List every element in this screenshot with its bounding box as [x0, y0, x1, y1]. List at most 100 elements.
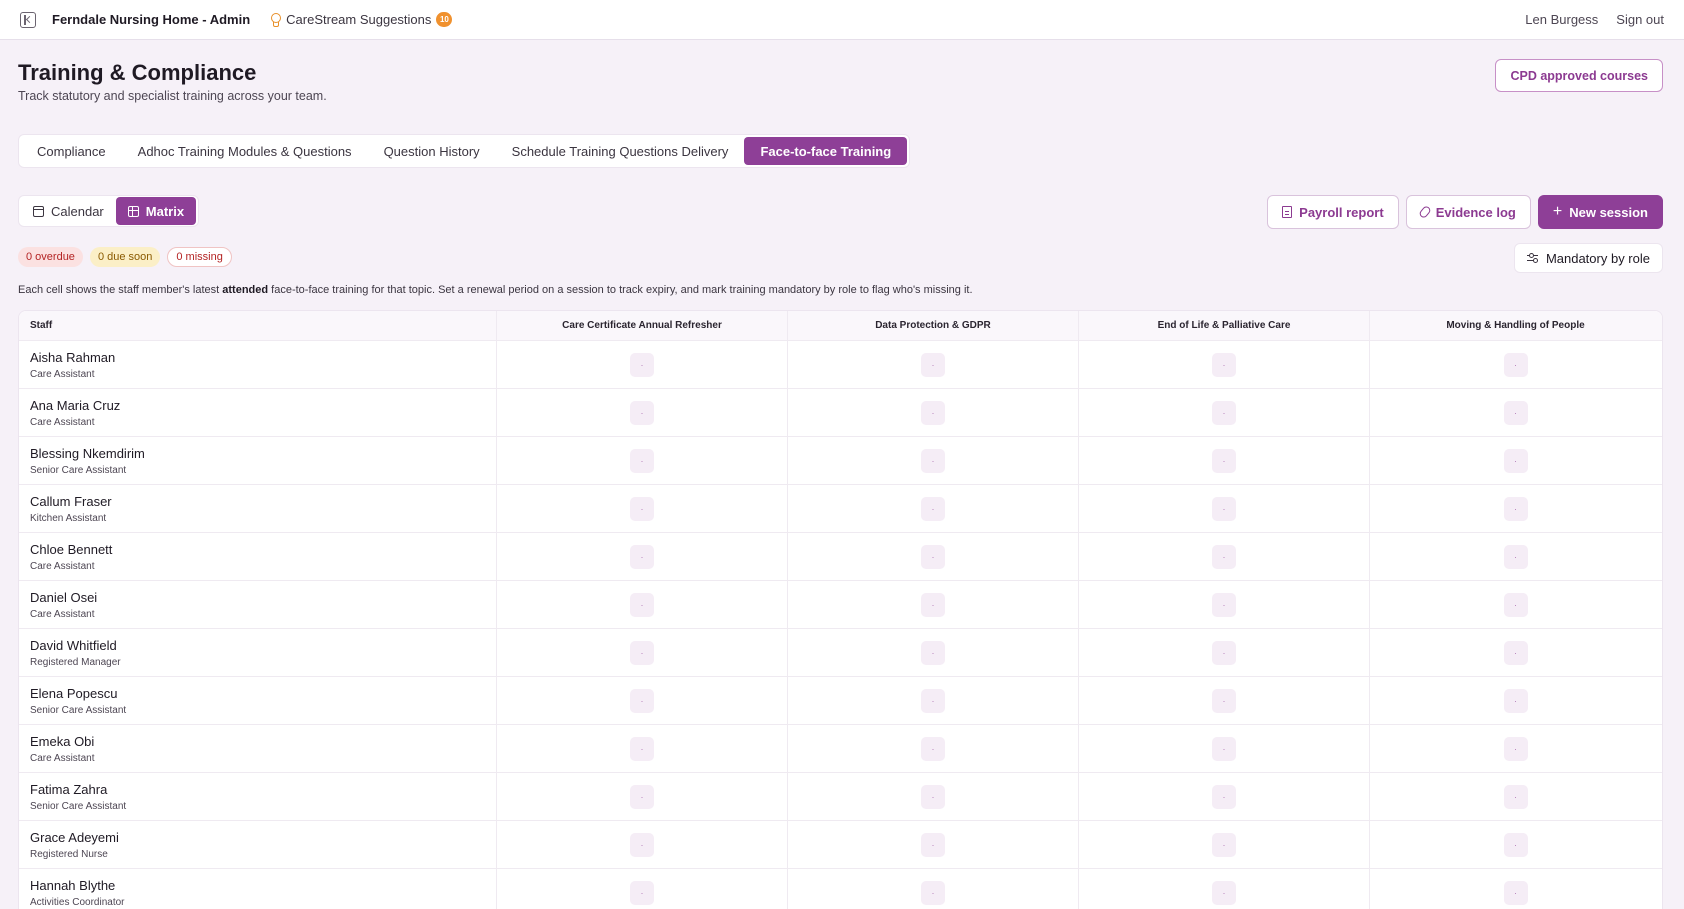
training-status-chip[interactable]: · [630, 784, 654, 809]
training-status-chip[interactable]: · [921, 496, 945, 521]
training-status-chip[interactable]: · [1503, 448, 1528, 473]
section-tabs: Compliance Adhoc Training Modules & Ques… [18, 134, 911, 168]
training-status-chip[interactable]: · [1212, 640, 1236, 665]
training-cell: · [497, 821, 788, 868]
sign-out-link[interactable]: Sign out [1616, 12, 1664, 27]
training-status-chip[interactable]: · [630, 880, 654, 905]
staff-cell: Fatima Zahra Senior Care Assistant [19, 773, 497, 820]
training-cell: · [788, 533, 1079, 580]
training-status-chip[interactable]: · [630, 448, 654, 473]
tab-compliance[interactable]: Compliance [21, 137, 122, 165]
table-row: Callum Fraser Kitchen Assistant · · · · [19, 485, 1662, 533]
training-status-chip[interactable]: · [630, 688, 654, 713]
calendar-view-button[interactable]: Calendar [21, 197, 116, 225]
new-session-button[interactable]: + New session [1537, 195, 1663, 229]
staff-name: Fatima Zahra [30, 781, 108, 797]
training-status-chip[interactable]: · [1212, 400, 1236, 425]
staff-role: Activities Coordinator [30, 896, 125, 908]
tab-adhoc-training[interactable]: Adhoc Training Modules & Questions [122, 137, 368, 165]
training-status-chip[interactable]: · [1212, 448, 1236, 473]
training-status-chip[interactable]: · [921, 736, 945, 761]
training-status-chip[interactable]: · [1503, 400, 1528, 425]
table-row: Emeka Obi Care Assistant · · · · [19, 725, 1662, 773]
training-status-chip[interactable]: · [1503, 832, 1528, 857]
training-status-chip[interactable]: · [1212, 832, 1236, 857]
training-status-chip[interactable]: · [1503, 544, 1528, 569]
sidebar-toggle-icon[interactable] [20, 11, 36, 28]
calendar-label: Calendar [51, 203, 104, 219]
training-cell: · [1079, 821, 1370, 868]
training-status-chip[interactable]: · [630, 400, 654, 425]
training-status-chip[interactable]: · [630, 352, 654, 377]
training-status-chip[interactable]: · [921, 544, 945, 569]
training-cell: · [1370, 821, 1661, 868]
training-status-chip[interactable]: · [921, 784, 945, 809]
tab-face-to-face[interactable]: Face-to-face Training [744, 137, 908, 165]
topic-column-header: End of Life & Palliative Care [1079, 311, 1370, 340]
training-status-chip[interactable]: · [1503, 784, 1528, 809]
training-status-chip[interactable]: · [1212, 592, 1236, 617]
training-cell: · [788, 725, 1079, 772]
table-row: Fatima Zahra Senior Care Assistant · · · · [19, 773, 1662, 821]
staff-role: Senior Care Assistant [30, 704, 127, 716]
training-status-chip[interactable]: · [1503, 880, 1528, 905]
training-cell: · [497, 581, 788, 628]
mandatory-by-role-button[interactable]: Mandatory by role [1513, 243, 1663, 273]
training-status-chip[interactable]: · [1503, 640, 1528, 665]
training-status-chip[interactable]: · [1503, 688, 1528, 713]
suggestions-count-badge: 10 [436, 12, 453, 27]
training-status-chip[interactable]: · [921, 832, 945, 857]
training-status-chip[interactable]: · [1212, 736, 1236, 761]
training-status-chip[interactable]: · [1503, 352, 1528, 377]
training-status-chip[interactable]: · [1503, 496, 1528, 521]
payroll-report-button[interactable]: Payroll report [1267, 195, 1399, 229]
staff-name: Grace Adeyemi [30, 829, 119, 845]
topic-header-label: Data Protection & GDPR [875, 320, 991, 331]
training-status-chip[interactable]: · [921, 592, 945, 617]
training-status-chip[interactable]: · [1212, 496, 1236, 521]
staff-cell: Emeka Obi Care Assistant [19, 725, 497, 772]
training-cell: · [1079, 437, 1370, 484]
training-status-chip[interactable]: · [921, 688, 945, 713]
training-status-chip[interactable]: · [1212, 784, 1236, 809]
help-text-before: Each cell shows the staff member's lates… [18, 284, 223, 296]
table-row: Ana Maria Cruz Care Assistant · · · · [19, 389, 1662, 437]
training-cell: · [497, 341, 788, 388]
training-status-chip[interactable]: · [921, 640, 945, 665]
staff-cell: Grace Adeyemi Registered Nurse [19, 821, 497, 868]
training-status-chip[interactable]: · [630, 736, 654, 761]
staff-column-header: Staff [19, 311, 497, 340]
cpd-courses-button[interactable]: CPD approved courses [1495, 59, 1663, 92]
staff-role: Care Assistant [30, 608, 95, 620]
evidence-log-button[interactable]: Evidence log [1405, 195, 1531, 229]
matrix-view-button[interactable]: Matrix [115, 197, 197, 225]
training-status-chip[interactable]: · [630, 640, 654, 665]
payroll-report-label: Payroll report [1299, 204, 1384, 220]
training-status-chip[interactable]: · [921, 400, 945, 425]
training-status-chip[interactable]: · [1212, 688, 1236, 713]
staff-name: Ana Maria Cruz [30, 397, 121, 413]
staff-cell: Hannah Blythe Activities Coordinator [19, 869, 497, 909]
training-status-chip[interactable]: · [921, 448, 945, 473]
training-cell: · [497, 869, 788, 909]
suggestions-link[interactable]: CareStream Suggestions 10 [270, 12, 453, 27]
topic-header-label: Care Certificate Annual Refresher [562, 320, 722, 331]
training-cell: · [1370, 485, 1661, 532]
training-status-chip[interactable]: · [1212, 544, 1236, 569]
tab-schedule-questions[interactable]: Schedule Training Questions Delivery [496, 137, 745, 165]
training-status-chip[interactable]: · [630, 592, 654, 617]
training-status-chip[interactable]: · [1503, 592, 1528, 617]
tab-question-history[interactable]: Question History [368, 137, 496, 165]
training-status-chip[interactable]: · [1503, 736, 1528, 761]
training-status-chip[interactable]: · [630, 832, 654, 857]
training-status-chip[interactable]: · [630, 496, 654, 521]
training-status-chip[interactable]: · [630, 544, 654, 569]
new-session-label: New session [1569, 204, 1648, 220]
user-name[interactable]: Len Burgess [1525, 12, 1598, 27]
training-status-chip[interactable]: · [1212, 352, 1236, 377]
training-cell: · [1370, 389, 1661, 436]
training-status-chip[interactable]: · [1212, 880, 1236, 905]
training-status-chip[interactable]: · [921, 880, 945, 905]
staff-role: Care Assistant [30, 368, 95, 380]
training-status-chip[interactable]: · [921, 352, 945, 377]
